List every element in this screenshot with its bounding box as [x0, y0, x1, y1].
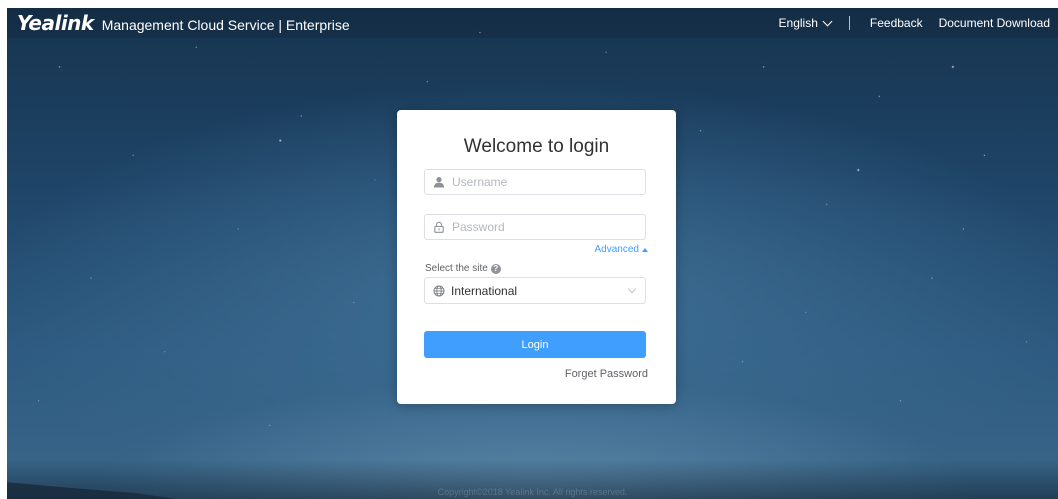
login-card: Welcome to login Advanced Select the sit…	[397, 110, 676, 404]
top-nav: English Feedback Document Download	[779, 16, 1058, 30]
brand: Yealink Management Cloud Service | Enter…	[17, 11, 350, 35]
top-bar: Yealink Management Cloud Service | Enter…	[7, 8, 1058, 38]
site-label: Select the site ?	[425, 263, 501, 274]
login-page: Yealink Management Cloud Service | Enter…	[7, 8, 1058, 499]
feedback-link[interactable]: Feedback	[870, 16, 923, 30]
password-field[interactable]	[424, 214, 646, 240]
yealink-logo[interactable]: Yealink	[17, 11, 94, 35]
question-icon[interactable]: ?	[490, 263, 501, 274]
site-label-text: Select the site	[425, 263, 488, 274]
lock-icon	[434, 221, 444, 233]
site-select-value: International	[451, 283, 518, 298]
chevron-down-icon	[822, 16, 833, 26]
caret-up-icon	[642, 247, 648, 252]
document-download-link[interactable]: Document Download	[939, 16, 1050, 30]
language-label: English	[778, 16, 818, 30]
username-input[interactable]	[452, 175, 645, 189]
username-field[interactable]	[424, 169, 646, 195]
language-selector[interactable]: English	[778, 16, 833, 30]
copyright-text: Copyright©2018 Yealink Inc. All rights r…	[437, 487, 628, 497]
password-input[interactable]	[452, 220, 645, 234]
nav-divider	[848, 16, 850, 30]
globe-icon	[433, 285, 445, 296]
site-select[interactable]: International	[424, 277, 646, 304]
product-title: Management Cloud Service | Enterprise	[101, 17, 350, 33]
login-title: Welcome to login	[463, 136, 610, 157]
user-icon	[434, 177, 444, 188]
chevron-down-icon	[627, 284, 637, 294]
advanced-label: Advanced	[594, 244, 639, 255]
forget-password-link[interactable]: Forget Password	[565, 368, 648, 380]
login-button[interactable]: Login	[424, 331, 646, 358]
advanced-toggle[interactable]: Advanced	[595, 244, 648, 255]
